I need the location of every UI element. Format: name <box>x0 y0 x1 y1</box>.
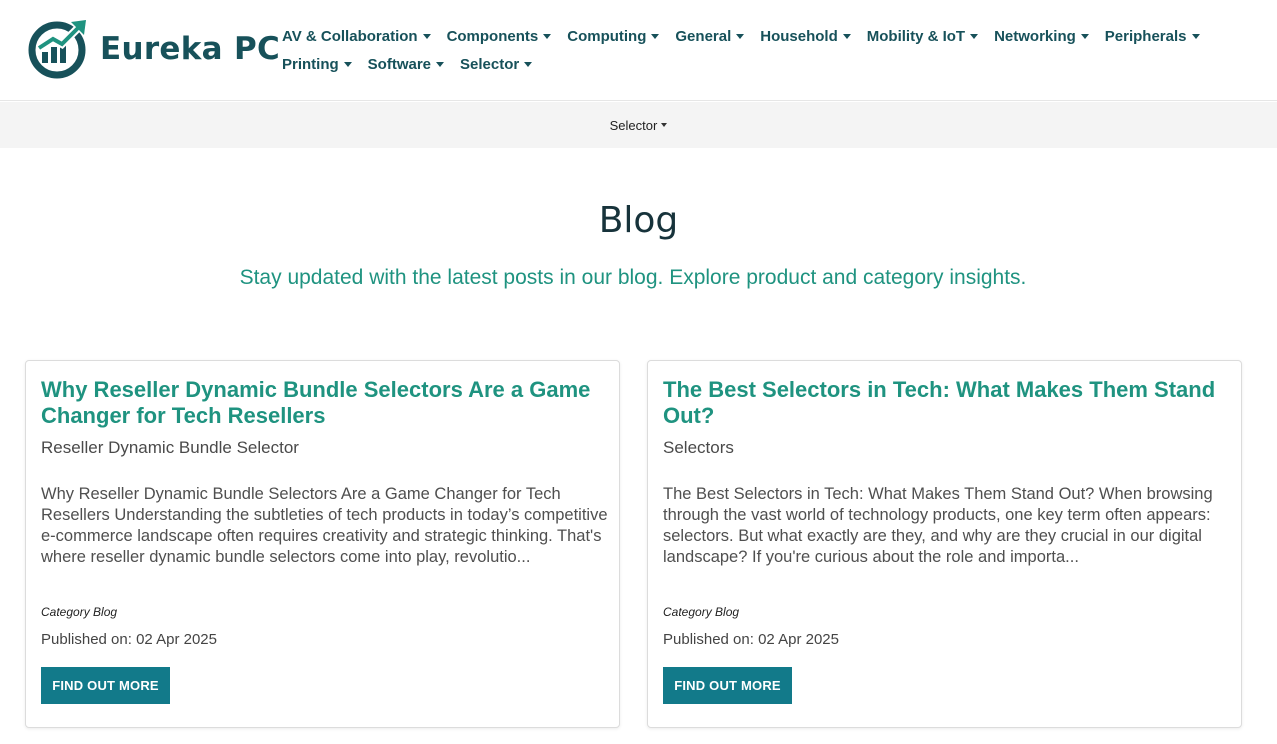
nav-item-computing[interactable]: Computing <box>567 27 660 45</box>
subnav-selector-dropdown[interactable]: Selector <box>610 118 668 133</box>
nav-item-household[interactable]: Household <box>760 28 851 45</box>
caret-down-icon <box>842 33 851 39</box>
caret-down-icon <box>736 33 745 39</box>
nav-item-printing[interactable]: Printing <box>282 56 352 73</box>
blog-post-card: The Best Selectors in Tech: What Makes T… <box>647 360 1242 728</box>
nav-item-label: Components <box>446 27 539 45</box>
caret-down-icon <box>651 33 660 39</box>
caret-down-icon <box>436 61 445 67</box>
post-tag: Reseller Dynamic Bundle Selector <box>41 438 299 457</box>
nav-item-label: Mobility & IoT <box>866 27 966 45</box>
nav-item-label: Printing <box>282 55 339 73</box>
site-header: Eureka PC AV & Collaboration Components Co… <box>0 0 1277 101</box>
main-navigation: AV & Collaboration Components Computing Gen… <box>282 22 1242 78</box>
nav-item-label: Peripherals <box>1104 27 1187 45</box>
post-published-date: Published on: 02 Apr 2025 <box>41 631 217 648</box>
brand-name: Eureka PC <box>100 31 281 67</box>
post-title-link[interactable]: The Best Selectors in Tech: What Makes T… <box>663 377 1228 429</box>
nav-item-label: Selector <box>460 55 520 73</box>
nav-item-selector[interactable]: Selector <box>460 55 533 73</box>
caret-down-icon <box>1080 33 1089 39</box>
nav-item-software[interactable]: Software <box>367 55 445 73</box>
find-out-more-button[interactable]: FIND OUT MORE <box>663 667 792 704</box>
nav-item-mobility-iot[interactable]: Mobility & IoT <box>866 27 979 45</box>
nav-item-label: Computing <box>567 27 647 45</box>
nav-item-peripherals[interactable]: Peripherals <box>1105 28 1200 45</box>
post-published-date: Published on: 02 Apr 2025 <box>663 631 839 648</box>
caret-down-icon <box>1191 33 1200 39</box>
post-title-link[interactable]: Why Reseller Dynamic Bundle Selectors Ar… <box>41 377 606 429</box>
sub-navigation: Selector <box>0 102 1277 148</box>
nav-item-general[interactable]: General <box>675 27 745 45</box>
caret-down-icon <box>970 33 979 39</box>
nav-item-label: AV & Collaboration <box>282 27 418 45</box>
nav-row: Printing Software Selector <box>282 50 1242 78</box>
nav-item-components[interactable]: Components <box>447 28 552 45</box>
blog-post-card: Why Reseller Dynamic Bundle Selectors Ar… <box>25 360 620 728</box>
nav-item-label: Software <box>367 55 432 73</box>
nav-item-label: General <box>675 27 732 45</box>
page-title: Blog <box>598 200 679 241</box>
nav-item-av-collaboration[interactable]: AV & Collaboration <box>282 28 431 45</box>
caret-down-icon <box>524 61 533 67</box>
post-category: Category Blog <box>41 605 118 619</box>
find-out-more-button[interactable]: FIND OUT MORE <box>41 667 170 704</box>
site-logo[interactable]: Eureka PC <box>26 17 280 81</box>
caret-down-icon <box>343 61 352 67</box>
page-subtitle: Stay updated with the latest posts in ou… <box>239 266 1027 289</box>
subnav-label: Selector <box>609 117 658 133</box>
caret-down-icon <box>422 33 431 39</box>
nav-item-networking[interactable]: Networking <box>994 28 1089 45</box>
caret-down-icon <box>543 33 552 39</box>
post-excerpt: Why Reseller Dynamic Bundle Selectors Ar… <box>41 485 608 566</box>
nav-item-label: Networking <box>994 27 1076 45</box>
post-tag: Selectors <box>663 438 734 457</box>
caret-down-icon <box>661 123 668 127</box>
nav-row: AV & Collaboration Components Computing Gen… <box>282 22 1242 50</box>
nav-item-label: Household <box>760 27 838 45</box>
post-category: Category Blog <box>663 605 740 619</box>
post-excerpt: The Best Selectors in Tech: What Makes T… <box>663 485 1213 566</box>
growth-chart-logo-icon <box>28 20 86 79</box>
